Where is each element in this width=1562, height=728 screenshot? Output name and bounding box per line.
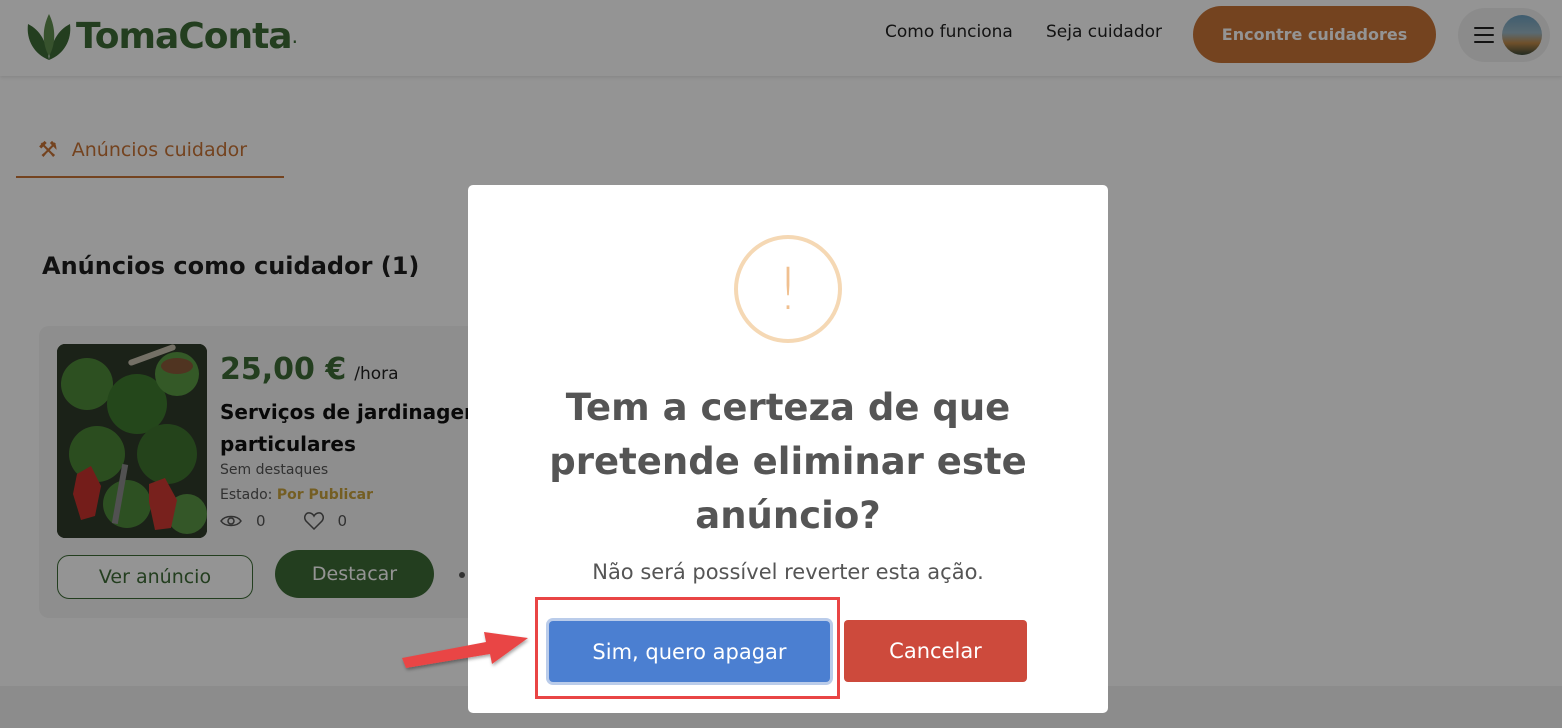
confirm-delete-button[interactable]: Sim, quero apagar: [549, 621, 830, 682]
dialog-title: Tem a certeza de que pretende eliminar e…: [549, 386, 1027, 537]
confirm-delete-dialog: ! Tem a certeza de que pretende eliminar…: [468, 185, 1108, 713]
cancel-button[interactable]: Cancelar: [844, 620, 1027, 682]
dialog-text: Não será possível reverter esta ação.: [592, 560, 984, 584]
arrow-icon: [402, 632, 528, 668]
warning-icon: !: [734, 235, 842, 343]
